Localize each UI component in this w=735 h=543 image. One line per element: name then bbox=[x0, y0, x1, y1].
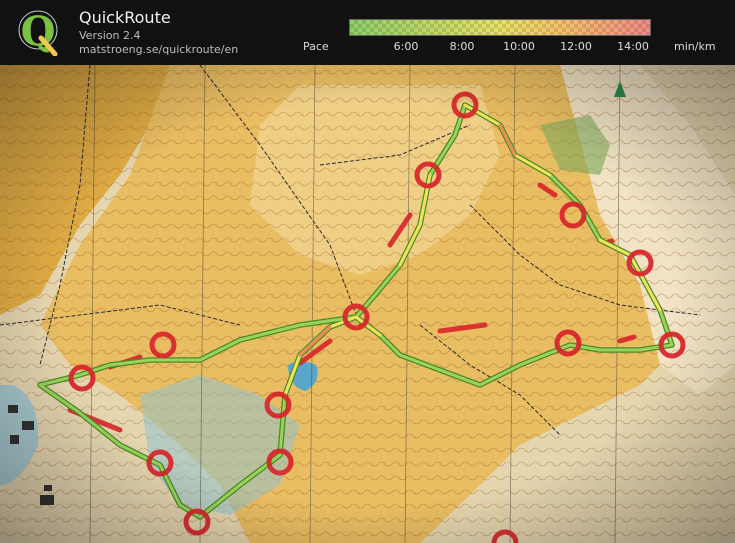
pace-tick-14: 14:00 bbox=[617, 40, 649, 53]
orienteering-map[interactable] bbox=[0, 65, 735, 543]
pace-tick-6: 6:00 bbox=[393, 40, 419, 53]
quickroute-logo-icon: Q bbox=[18, 8, 58, 56]
pace-tick-10: 10:00 bbox=[503, 40, 535, 53]
app-version: Version 2.4 bbox=[79, 29, 141, 42]
photo-vignette bbox=[0, 65, 735, 543]
pace-color-scale bbox=[349, 19, 651, 36]
header-bar: Q QuickRoute Version 2.4 matstroeng.se/q… bbox=[0, 0, 735, 65]
pace-label: Pace bbox=[303, 40, 329, 53]
app-url: matstroeng.se/quickroute/en bbox=[79, 43, 239, 56]
pace-tick-12: 12:00 bbox=[560, 40, 592, 53]
app-title: QuickRoute bbox=[79, 8, 171, 27]
pace-tick-8: 8:00 bbox=[449, 40, 475, 53]
pace-unit: min/km bbox=[674, 40, 716, 53]
